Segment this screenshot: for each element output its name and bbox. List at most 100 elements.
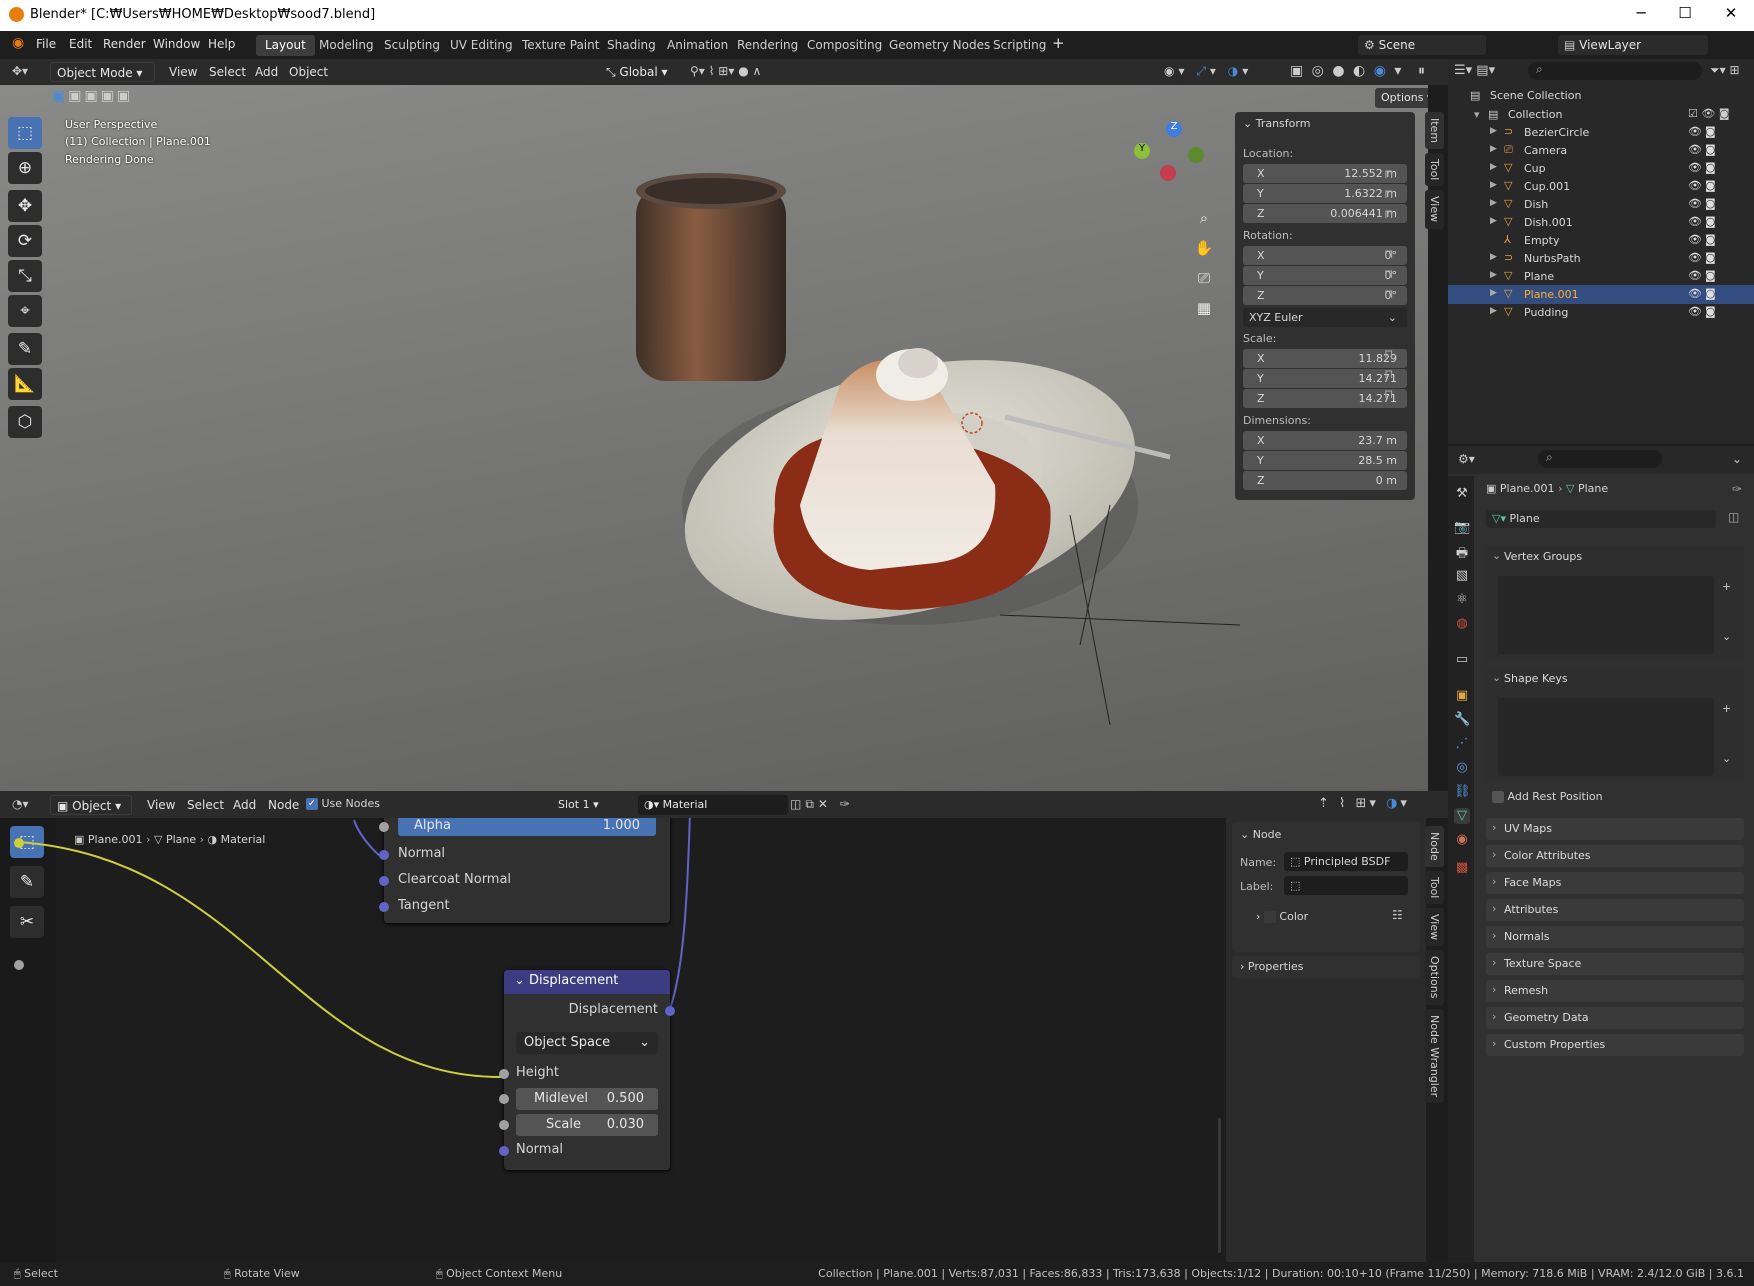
midlevel-socket[interactable] [499, 1094, 509, 1104]
node-overlay-icons[interactable]: ⇡ ⌇ ⊞▾ ◑▾ [1318, 796, 1410, 811]
transform-tool-icon[interactable]: ⌖ [8, 295, 42, 327]
physics-props-icon[interactable]: ◎ [1454, 760, 1470, 776]
node-tab-options[interactable]: Options [1425, 950, 1444, 1005]
scale-x-field[interactable]: X 11.829 [1243, 349, 1407, 368]
gizmo-z-axis[interactable]: Z [1166, 121, 1182, 137]
expand-arrow-icon[interactable]: ▶ [1490, 126, 1497, 136]
normal-socket[interactable] [379, 850, 389, 860]
shading-mode-buttons[interactable]: ▣ ◎ ● ◐ ◉ ▾ [1290, 63, 1403, 79]
properties-section[interactable]: › Custom Properties [1486, 1034, 1744, 1056]
world-props-icon[interactable]: ◍ [1454, 616, 1470, 632]
pin-icon[interactable]: ✑ [1732, 482, 1742, 496]
menu-help[interactable]: Help [208, 37, 235, 51]
shape-keys-panel[interactable]: ⌄ Shape Keys + ⌄ [1486, 668, 1744, 783]
vp-menu-select[interactable]: Select [209, 65, 246, 79]
rotate-tool-icon[interactable]: ⟳ [8, 225, 42, 257]
node-editor-type-icon[interactable]: ◔▾ [12, 797, 29, 811]
dimensions-x-field[interactable]: X 23.7 m [1243, 431, 1407, 450]
properties-search-input[interactable]: ⌕ [1538, 450, 1662, 468]
properties-section[interactable]: › Normals [1486, 926, 1744, 948]
tab-texture-paint[interactable]: Texture Paint [513, 35, 608, 56]
properties-section[interactable]: › UV Maps [1486, 818, 1744, 840]
properties-section[interactable]: › Texture Space [1486, 953, 1744, 975]
properties-options-icon[interactable]: ⌄ [1732, 452, 1742, 466]
properties-editor-icon[interactable]: ⚙▾ [1458, 452, 1475, 466]
gizmo-y-axis[interactable]: Y [1134, 143, 1150, 159]
scale-field[interactable]: Scale 0.030 [516, 1114, 658, 1136]
mesh-datablock-field[interactable]: ▽▾ Plane [1486, 510, 1716, 528]
outliner-item[interactable]: ▶ ⊃ NurbsPath 👁◙ [1448, 249, 1754, 268]
select-mode-buttons[interactable]: ▣▣▣▣▣ [52, 88, 133, 104]
displacement-output-socket[interactable] [665, 1006, 675, 1016]
transform-panel-title[interactable]: ⌄ Transform [1243, 117, 1310, 130]
navigation-gizmo[interactable]: Z Y [1130, 121, 1210, 191]
menu-edit[interactable]: Edit [69, 37, 92, 51]
tab-rendering[interactable]: Rendering [728, 35, 807, 56]
collection-props-icon[interactable]: ▭ [1454, 652, 1470, 668]
outliner-item[interactable]: ⅄ Empty 👁◙ [1448, 231, 1754, 250]
add-rest-position-checkbox[interactable]: Add Rest Position [1492, 790, 1603, 803]
outliner-editor-icon[interactable]: ☰▾ ▤▾ [1454, 63, 1495, 78]
node-properties-panel[interactable]: › Properties [1232, 956, 1420, 978]
tab-shading[interactable]: Shading [598, 35, 665, 56]
displacement-node-header[interactable]: ⌄ Displacement [504, 970, 670, 994]
scene-selector[interactable]: ⚙ Scene [1358, 35, 1486, 55]
expand-arrow-icon[interactable]: ▶ [1490, 198, 1497, 208]
mesh-data-props-icon[interactable]: ▽ [1454, 808, 1470, 824]
filter-icon[interactable]: ⏷▾ ⊞ [1710, 63, 1740, 78]
vertex-group-menu-button[interactable]: ⌄ [1722, 630, 1731, 643]
node-tab-tool[interactable]: Tool [1425, 870, 1444, 905]
visibility-icons[interactable]: 👁◙ [1688, 179, 1719, 192]
expand-arrow-icon[interactable]: ▶ [1490, 180, 1497, 190]
scale-socket[interactable] [499, 1120, 509, 1130]
expand-arrow-icon[interactable]: ▶ [1490, 144, 1497, 154]
node-name-input[interactable]: ⬚ Principled BSDF [1284, 852, 1408, 871]
tab-sculpting[interactable]: Sculpting [375, 35, 449, 56]
render-props-icon[interactable]: 📷 [1454, 520, 1470, 536]
node-tab-node-wrangler[interactable]: Node Wrangler [1425, 1008, 1444, 1103]
visibility-icons[interactable]: 👁◙ [1688, 197, 1719, 210]
tab-modeling[interactable]: Modeling [310, 35, 383, 56]
gizmo-x-axis[interactable] [1160, 165, 1176, 181]
menu-file[interactable]: File [36, 37, 56, 51]
texture-props-icon[interactable]: ▩ [1454, 860, 1470, 876]
node-tab-node[interactable]: Node [1425, 826, 1444, 867]
color-output-socket[interactable] [14, 838, 24, 848]
rotation-mode-dropdown[interactable]: XYZ Euler ⌄ [1243, 308, 1407, 327]
visibility-icons[interactable]: 👁◙ [1688, 125, 1719, 138]
tab-tool[interactable]: Tool [1425, 153, 1444, 187]
outliner-item[interactable]: ▶ ⊃ BezierCircle 👁◙ [1448, 123, 1754, 142]
annotate-tool-icon[interactable]: ✎ [8, 333, 42, 365]
properties-section[interactable]: › Remesh [1486, 980, 1744, 1002]
visibility-icons[interactable]: 👁◙ [1688, 161, 1719, 174]
tab-scripting[interactable]: Scripting [984, 35, 1055, 56]
mode-dropdown[interactable]: Object Mode ▾ [50, 62, 155, 82]
menu-window[interactable]: Window [153, 37, 200, 51]
vertex-groups-list[interactable] [1498, 576, 1714, 654]
menu-render[interactable]: Render [103, 37, 146, 51]
visibility-icons[interactable]: 👁◙ [1688, 233, 1719, 246]
orientation-dropdown[interactable]: ⤡ Global ▾ [600, 62, 678, 82]
object-props-icon[interactable]: ▣ [1454, 688, 1470, 704]
tab-geometry-nodes[interactable]: Geometry Nodes [880, 35, 999, 56]
properties-section[interactable]: › Geometry Data [1486, 1007, 1744, 1029]
expand-arrow-icon[interactable]: ▶ [1490, 216, 1497, 226]
properties-section[interactable]: › Attributes [1486, 899, 1744, 921]
camera-view-icon[interactable]: ⎚ [1191, 263, 1217, 293]
node-color-toggle[interactable]: › Color [1256, 910, 1308, 923]
gizmo-neg-y-axis[interactable] [1188, 147, 1204, 163]
visibility-icons[interactable]: 👁◙ [1688, 287, 1719, 300]
location-y-field[interactable]: Y 1.6322 m [1243, 184, 1407, 203]
visibility-icons[interactable]: 👁◙ [1688, 143, 1719, 156]
modifier-props-icon[interactable]: 🔧 [1454, 712, 1470, 728]
measure-tool-icon[interactable]: 📐 [8, 368, 42, 400]
visibility-icons[interactable]: 👁◙ [1688, 269, 1719, 282]
node-tab-view[interactable]: View [1425, 908, 1444, 947]
vertex-group-add-button[interactable]: + [1722, 580, 1731, 593]
outliner-item[interactable]: ▶ ▽ Plane 👁◙ [1448, 267, 1754, 286]
tab-view[interactable]: View [1425, 190, 1444, 229]
outliner-item[interactable]: ▶ ▽ Cup.001 👁◙ [1448, 177, 1754, 196]
scale-y-field[interactable]: Y 14.271 [1243, 369, 1407, 388]
visibility-icons[interactable]: 👁◙ [1688, 305, 1719, 318]
node-menu-add[interactable]: Add [233, 798, 256, 812]
